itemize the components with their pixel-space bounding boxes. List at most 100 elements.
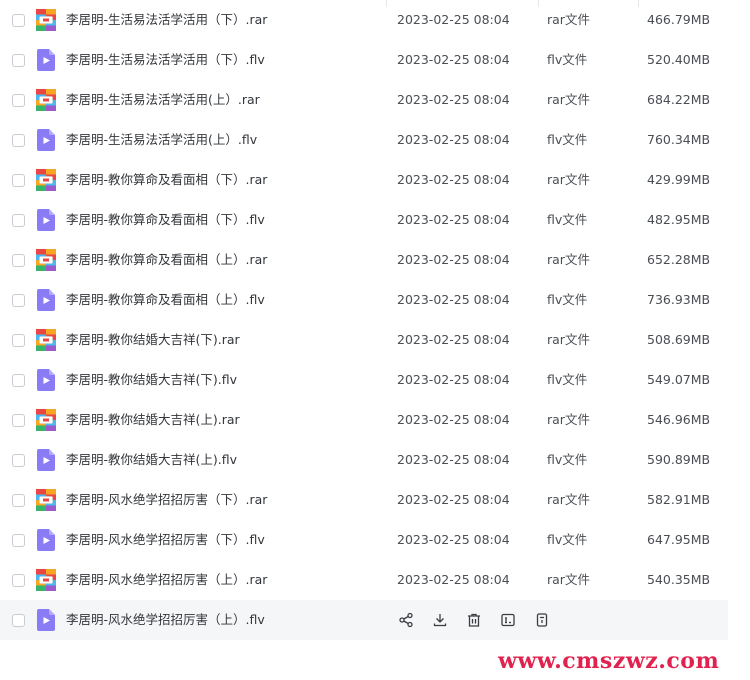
file-size: 647.95MB	[647, 532, 711, 547]
row-checkbox[interactable]	[12, 94, 25, 107]
file-size: 760.34MB	[647, 132, 711, 147]
file-row[interactable]: 李居明-教你结婚大吉祥(下).flv 2023-02-25 08:04 flv文件 5…	[0, 360, 728, 400]
file-size: 466.79MB	[647, 12, 711, 27]
download-icon[interactable]	[431, 612, 448, 629]
rar-archive-icon	[36, 329, 56, 351]
file-type: rar文件	[547, 412, 590, 427]
column-divider	[386, 0, 387, 7]
row-checkbox[interactable]	[12, 134, 25, 147]
video-file-icon	[36, 609, 56, 631]
file-modified-date: 2023-02-25 08:04	[397, 372, 510, 387]
row-checkbox[interactable]	[12, 574, 25, 587]
file-type: flv文件	[547, 132, 588, 147]
row-checkbox[interactable]	[12, 294, 25, 307]
file-size: 582.91MB	[647, 492, 711, 507]
file-type: rar文件	[547, 572, 590, 587]
file-type: flv文件	[547, 452, 588, 467]
video-file-icon	[36, 209, 56, 231]
file-row[interactable]: 李居明-生活易法活学活用（下）.rar 2023-02-25 08:04 rar文件…	[0, 0, 728, 40]
file-modified-date: 2023-02-25 08:04	[397, 52, 510, 67]
file-modified-date: 2023-02-25 08:04	[397, 172, 510, 187]
file-name[interactable]: 李居明-风水绝学招招厉害（上）.flv	[66, 611, 265, 629]
share-icon[interactable]	[397, 612, 414, 629]
more-icon[interactable]	[533, 612, 550, 629]
file-name[interactable]: 李居明-生活易法活学活用（下）.rar	[66, 11, 267, 29]
file-name[interactable]: 李居明-风水绝学招招厉害（下）.flv	[66, 531, 265, 549]
file-type: flv文件	[547, 292, 588, 307]
file-size: 520.40MB	[647, 52, 711, 67]
row-checkbox[interactable]	[12, 374, 25, 387]
file-name[interactable]: 李居明-生活易法活学活用(上）.flv	[66, 131, 257, 149]
video-file-icon	[36, 129, 56, 151]
file-row[interactable]: 李居明-教你算命及看面相（上）.flv 2023-02-25 08:04 flv文件…	[0, 280, 728, 320]
row-checkbox[interactable]	[12, 174, 25, 187]
file-row[interactable]: 李居明-生活易法活学活用（下）.flv 2023-02-25 08:04 flv文件…	[0, 40, 728, 80]
file-modified-date: 2023-02-25 08:04	[397, 492, 510, 507]
file-row[interactable]: 李居明-生活易法活学活用(上）.flv 2023-02-25 08:04 flv文件…	[0, 120, 728, 160]
file-name[interactable]: 李居明-教你算命及看面相（下）.rar	[66, 171, 267, 189]
file-type: rar文件	[547, 92, 590, 107]
row-checkbox[interactable]	[12, 534, 25, 547]
file-name[interactable]: 李居明-教你算命及看面相（上）.rar	[66, 251, 267, 269]
rar-archive-icon	[36, 89, 56, 111]
column-divider	[638, 0, 639, 7]
file-name[interactable]: 李居明-风水绝学招招厉害（下）.rar	[66, 491, 267, 509]
file-name[interactable]: 李居明-教你结婚大吉祥(下).rar	[66, 331, 240, 349]
file-modified-date: 2023-02-25 08:04	[397, 332, 510, 347]
file-size: 540.35MB	[647, 572, 711, 587]
file-size: 549.07MB	[647, 372, 711, 387]
file-row[interactable]: 李居明-风水绝学招招厉害（上）.flv	[0, 600, 728, 640]
file-name[interactable]: 李居明-教你算命及看面相（上）.flv	[66, 291, 265, 309]
file-modified-date: 2023-02-25 08:04	[397, 532, 510, 547]
row-checkbox[interactable]	[12, 54, 25, 67]
video-file-icon	[36, 49, 56, 71]
rar-archive-icon	[36, 249, 56, 271]
file-type: flv文件	[547, 52, 588, 67]
file-name[interactable]: 李居明-风水绝学招招厉害（上）.rar	[66, 571, 267, 589]
file-name[interactable]: 李居明-教你结婚大吉祥(上).flv	[66, 451, 237, 469]
file-row[interactable]: 李居明-风水绝学招招厉害（上）.rar 2023-02-25 08:04 rar文件…	[0, 560, 728, 600]
rar-archive-icon	[36, 409, 56, 431]
row-checkbox[interactable]	[12, 454, 25, 467]
rar-archive-icon	[36, 9, 56, 31]
file-row[interactable]: 李居明-教你算命及看面相（下）.flv 2023-02-25 08:04 flv文件…	[0, 200, 728, 240]
file-modified-date: 2023-02-25 08:04	[397, 252, 510, 267]
file-row[interactable]: 李居明-教你算命及看面相（上）.rar 2023-02-25 08:04 rar文件…	[0, 240, 728, 280]
row-checkbox[interactable]	[12, 414, 25, 427]
column-divider	[538, 0, 539, 7]
row-checkbox[interactable]	[12, 494, 25, 507]
file-name[interactable]: 李居明-教你算命及看面相（下）.flv	[66, 211, 265, 229]
file-type: rar文件	[547, 492, 590, 507]
file-name[interactable]: 李居明-生活易法活学活用（下）.flv	[66, 51, 265, 69]
file-list: 李居明-生活易法活学活用（下）.rar 2023-02-25 08:04 rar文件…	[0, 0, 728, 640]
row-checkbox[interactable]	[12, 614, 25, 627]
file-type: rar文件	[547, 12, 590, 27]
file-name[interactable]: 李居明-教你结婚大吉祥(下).flv	[66, 371, 237, 389]
file-modified-date: 2023-02-25 08:04	[397, 292, 510, 307]
file-type: flv文件	[547, 372, 588, 387]
file-name[interactable]: 李居明-教你结婚大吉祥(上).rar	[66, 411, 240, 429]
file-modified-date: 2023-02-25 08:04	[397, 412, 510, 427]
row-checkbox[interactable]	[12, 214, 25, 227]
file-modified-date: 2023-02-25 08:04	[397, 12, 510, 27]
row-checkbox[interactable]	[12, 14, 25, 27]
file-row[interactable]: 李居明-教你算命及看面相（下）.rar 2023-02-25 08:04 rar文件…	[0, 160, 728, 200]
file-row[interactable]: 李居明-生活易法活学活用(上）.rar 2023-02-25 08:04 rar文件…	[0, 80, 728, 120]
row-checkbox[interactable]	[12, 254, 25, 267]
file-size: 736.93MB	[647, 292, 711, 307]
file-row[interactable]: 李居明-风水绝学招招厉害（下）.flv 2023-02-25 08:04 flv文件…	[0, 520, 728, 560]
watermark-text: www.cmszwz.com	[498, 648, 720, 674]
file-row[interactable]: 李居明-教你结婚大吉祥(下).rar 2023-02-25 08:04 rar文件 5…	[0, 320, 728, 360]
file-size: 590.89MB	[647, 452, 711, 467]
file-type: rar文件	[547, 252, 590, 267]
rename-icon[interactable]	[499, 612, 516, 629]
row-actions	[397, 611, 567, 629]
row-checkbox[interactable]	[12, 334, 25, 347]
file-row[interactable]: 李居明-教你结婚大吉祥(上).rar 2023-02-25 08:04 rar文件 5…	[0, 400, 728, 440]
file-size: 482.95MB	[647, 212, 711, 227]
file-row[interactable]: 李居明-教你结婚大吉祥(上).flv 2023-02-25 08:04 flv文件 5…	[0, 440, 728, 480]
file-modified-date: 2023-02-25 08:04	[397, 212, 510, 227]
file-row[interactable]: 李居明-风水绝学招招厉害（下）.rar 2023-02-25 08:04 rar文件…	[0, 480, 728, 520]
delete-icon[interactable]	[465, 612, 482, 629]
file-name[interactable]: 李居明-生活易法活学活用(上）.rar	[66, 91, 260, 109]
